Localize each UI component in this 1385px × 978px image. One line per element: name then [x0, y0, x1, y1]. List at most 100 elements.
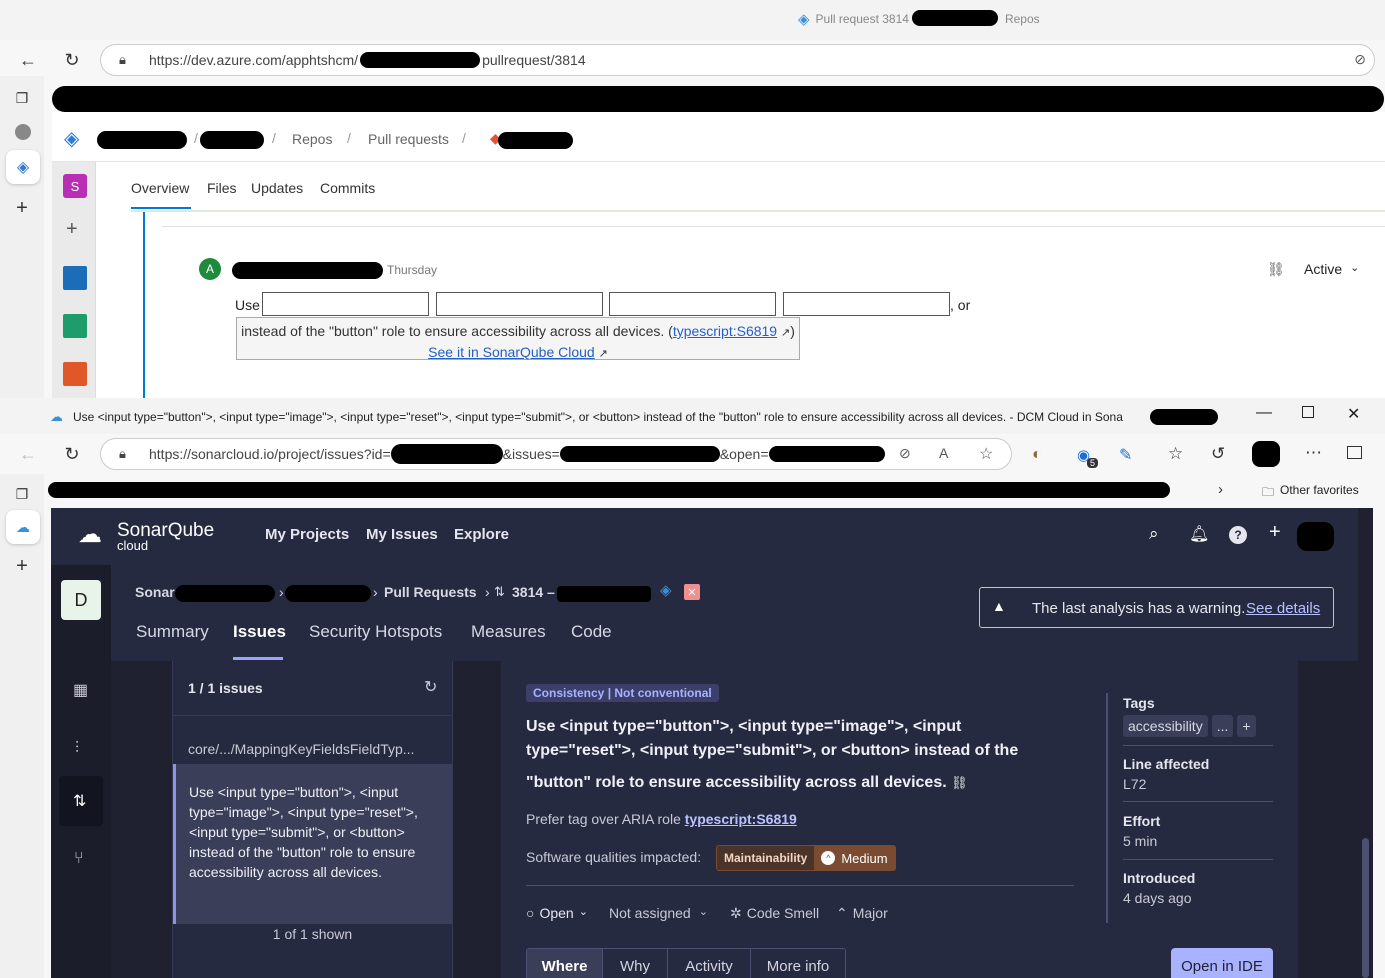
clean-code-attribute[interactable]: Consistency | Not conventional: [526, 684, 719, 702]
see-details-link[interactable]: See details: [1246, 600, 1320, 617]
breadcrumb-org[interactable]: Sonar: [135, 584, 175, 600]
divider: [131, 210, 1385, 212]
sonar-logo-icon[interactable]: ☁: [78, 520, 102, 549]
add-icon[interactable]: +: [66, 218, 78, 241]
tab-updates[interactable]: Updates: [251, 180, 303, 196]
branch-icon[interactable]: ⫶: [75, 740, 79, 758]
tracking-prevention-icon[interactable]: ⊘: [899, 445, 911, 462]
project-avatar[interactable]: S: [63, 174, 87, 198]
repos-icon[interactable]: [63, 362, 87, 386]
status-label: Open: [539, 905, 574, 921]
tab-issues[interactable]: Issues: [233, 622, 286, 642]
azure-devops-icon[interactable]: ◈: [660, 581, 672, 599]
sidebar-toggle-icon[interactable]: [1347, 446, 1362, 459]
tab-security-hotspots[interactable]: Security Hotspots: [309, 622, 442, 642]
tab-why[interactable]: Why: [603, 949, 668, 978]
refresh-icon[interactable]: ↻: [424, 677, 437, 697]
tab-actions-icon[interactable]: ❐: [10, 482, 34, 506]
address-bar[interactable]: 🔒︎ https://dev.azure.com/apphtshcm/ pull…: [100, 44, 1375, 76]
tab-measures[interactable]: Measures: [471, 622, 546, 642]
open-in-ide-button[interactable]: Open in IDE: [1171, 948, 1273, 978]
tab-where[interactable]: Where: [527, 949, 603, 978]
software-quality-badge[interactable]: Maintainability ^ Medium: [716, 845, 896, 871]
severity-label: Major: [852, 905, 888, 921]
breadcrumb-pull-requests[interactable]: Pull Requests: [384, 584, 477, 600]
other-favorites[interactable]: 🗀 Other favorites: [1262, 483, 1359, 504]
tab-code[interactable]: Code: [571, 622, 612, 642]
add-tab-icon[interactable]: +: [10, 554, 34, 578]
scrollbar-thumb[interactable]: [1362, 838, 1369, 978]
project-avatar[interactable]: D: [61, 580, 101, 620]
divider: [1123, 859, 1273, 860]
add-tag-button[interactable]: +: [1237, 715, 1256, 737]
rule-line: Prefer tag over ARIA role typescript:S68…: [526, 811, 797, 827]
issue-count: 1 / 1 issues: [188, 680, 263, 696]
more-tags-button[interactable]: ...: [1211, 715, 1234, 737]
tab-overview[interactable]: Overview: [131, 180, 189, 196]
extension-icon[interactable]: ◐: [1032, 446, 1042, 464]
pull-request-icon: ⇅: [73, 793, 87, 810]
nav-my-projects[interactable]: My Projects: [265, 526, 349, 543]
comment-text-use: Use: [235, 297, 260, 313]
favorite-star-icon[interactable]: ☆: [979, 444, 993, 464]
read-aloud-icon[interactable]: A: [939, 445, 948, 461]
help-icon[interactable]: ?: [1229, 526, 1247, 544]
tab-summary[interactable]: Summary: [136, 622, 209, 642]
boards-icon[interactable]: [63, 266, 87, 290]
status-dropdown[interactable]: Active ⌄: [1304, 261, 1359, 277]
tab-activity[interactable]: Activity: [668, 949, 751, 978]
plus-icon[interactable]: +: [1269, 521, 1281, 544]
sonarqube-link[interactable]: See it in SonarQube Cloud: [428, 344, 595, 360]
refresh-icon[interactable]: ↻: [60, 442, 84, 466]
breadcrumb-separator: /: [462, 130, 466, 146]
azure-devops-logo-icon[interactable]: ◈: [64, 126, 79, 151]
nav-explore[interactable]: Explore: [454, 526, 509, 543]
tab-actions-icon[interactable]: ❐: [10, 86, 34, 110]
breadcrumb-repos[interactable]: Repos: [292, 131, 332, 147]
issue-list-item[interactable]: Use <input type="button">, <input type="…: [173, 764, 452, 924]
status-dropdown[interactable]: ○ Open ⌄: [526, 905, 588, 921]
sonar-pinned-tab-icon[interactable]: ☁: [6, 510, 40, 544]
tab-more-info[interactable]: More info: [751, 949, 845, 978]
tooltip-text: instead of the "button" role to ensure a…: [241, 323, 673, 339]
breadcrumb-pr[interactable]: 3814 –: [512, 584, 555, 600]
breadcrumb-pull-requests[interactable]: Pull requests: [368, 131, 449, 147]
pen-icon[interactable]: ✎: [1119, 445, 1132, 465]
profile-icon[interactable]: [15, 124, 31, 140]
rendered-input-placeholder: [609, 292, 776, 316]
azure-devops-pinned-tab-icon[interactable]: ◈: [6, 150, 40, 184]
favorites-icon[interactable]: ☆: [1168, 444, 1183, 464]
close-icon[interactable]: ✕: [1347, 404, 1360, 424]
rule-link[interactable]: typescript:S6819: [673, 323, 777, 339]
address-bar[interactable]: 🔒︎ https://sonarcloud.io/project/issues?…: [100, 438, 1012, 470]
back-arrow-icon[interactable]: ←: [16, 48, 40, 72]
more-icon[interactable]: ⋯: [1305, 443, 1322, 463]
dashboard-icon[interactable]: ▦: [73, 680, 88, 700]
ado-left-rail: S +: [52, 162, 96, 400]
history-icon[interactable]: ↺: [1211, 444, 1225, 464]
profile-avatar[interactable]: [1252, 441, 1280, 467]
permalink-icon[interactable]: ⛓: [951, 775, 968, 790]
scrollbar[interactable]: [1358, 508, 1373, 978]
nav-my-issues[interactable]: My Issues: [366, 526, 438, 543]
divider: [1123, 745, 1273, 746]
redacted-project: [200, 131, 264, 149]
add-tab-icon[interactable]: +: [10, 196, 34, 220]
link-icon[interactable]: ⛓: [1267, 261, 1285, 278]
bell-icon[interactable]: 🔔︎: [1189, 524, 1209, 544]
maximize-icon[interactable]: [1302, 406, 1314, 418]
back-arrow-icon[interactable]: ←: [16, 442, 40, 466]
browser-tab[interactable]: ◈ Pull request 3814 Repos: [798, 10, 1040, 28]
minimize-icon[interactable]: —: [1256, 404, 1272, 422]
user-avatar[interactable]: [1297, 522, 1334, 551]
chevron-right-icon[interactable]: ›: [1218, 481, 1223, 498]
test-plans-icon[interactable]: [63, 314, 87, 338]
tab-commits[interactable]: Commits: [320, 180, 375, 196]
tab-files[interactable]: Files: [207, 180, 237, 196]
assignee-dropdown[interactable]: Not assigned ⌄: [609, 905, 708, 921]
rule-link[interactable]: typescript:S6819: [685, 811, 797, 827]
search-icon[interactable]: ⌕: [1149, 524, 1159, 544]
git-branch-icon[interactable]: ⑂: [74, 850, 84, 868]
tracking-prevention-icon[interactable]: ⊘: [1354, 51, 1366, 68]
refresh-icon[interactable]: ↻: [60, 48, 84, 72]
